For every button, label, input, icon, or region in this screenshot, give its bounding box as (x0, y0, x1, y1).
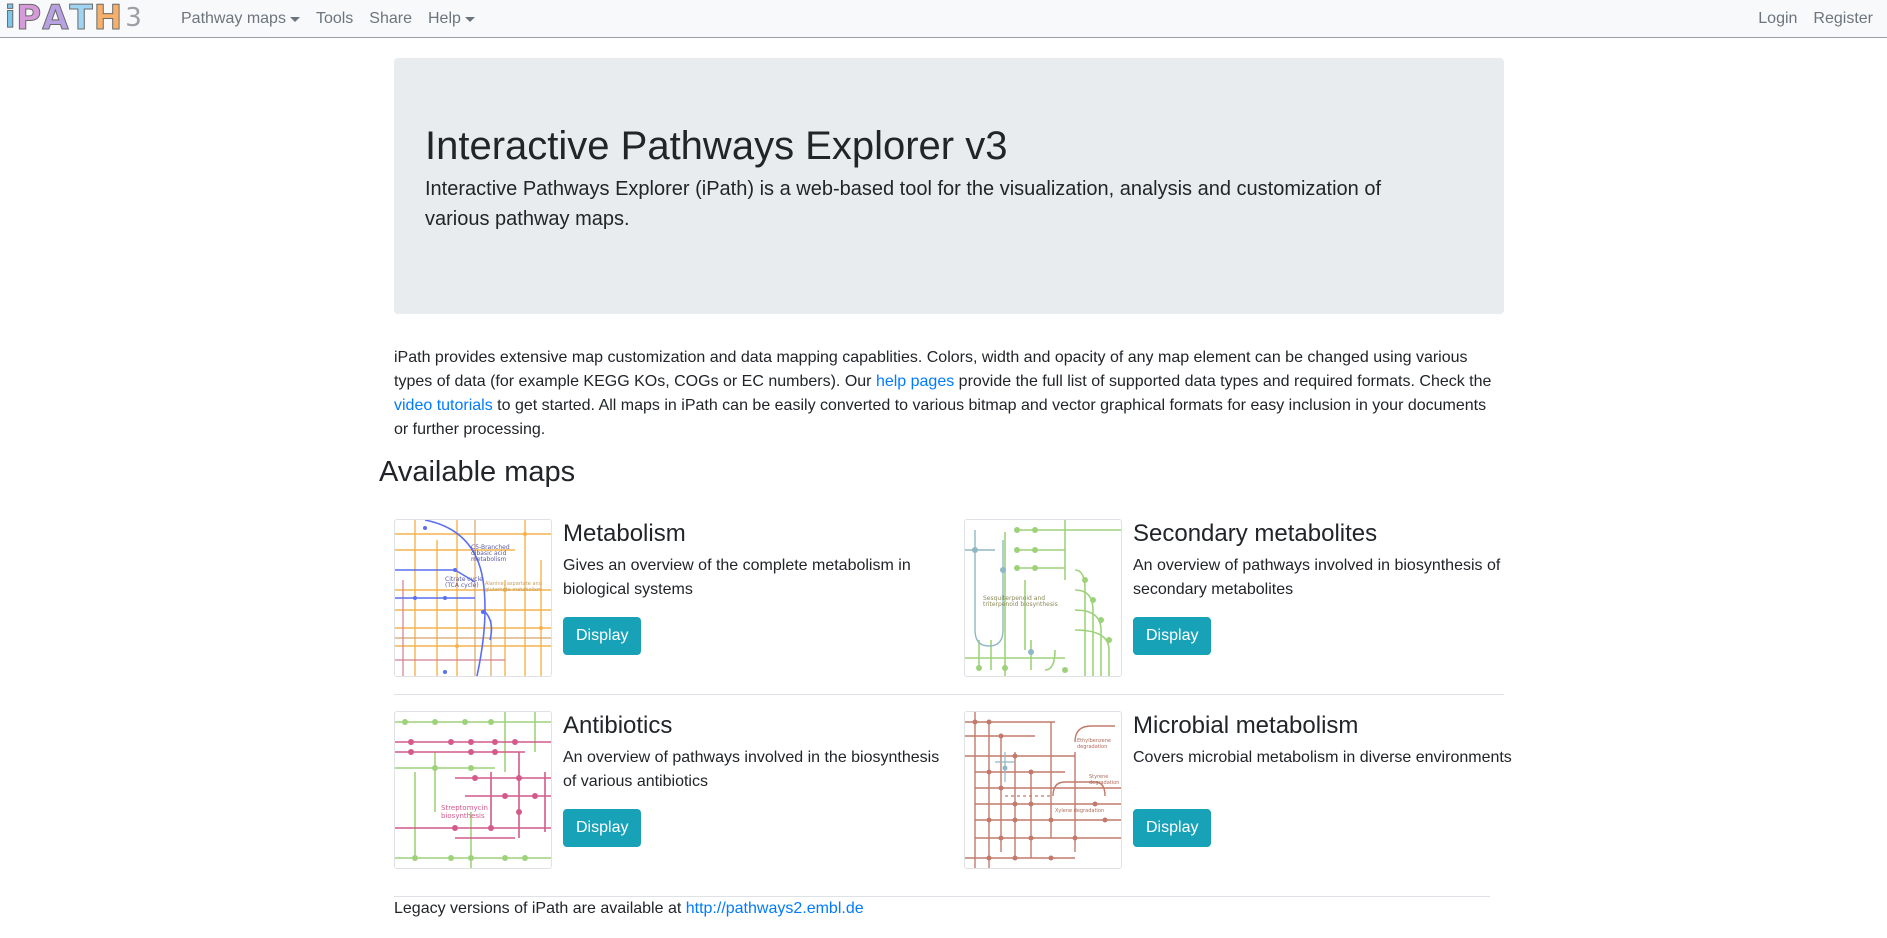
logo-letter-a: A (42, 0, 69, 38)
antibiotics-display-button[interactable]: Display (563, 809, 642, 847)
chevron-down-icon (464, 16, 475, 22)
secondary-metabolites-title: Secondary metabolites (1133, 520, 1378, 547)
intro-paragraph: iPath provides extensive map customizati… (394, 346, 1504, 442)
nav-pathway-maps[interactable]: Pathway maps (173, 10, 308, 28)
ipath-logo[interactable]: i P A T H 3 (4, 0, 142, 38)
thumb-label: biosynthesis (441, 812, 485, 820)
nav-right: Login Register (1750, 0, 1881, 38)
antibiotics-description: An overview of pathways involved in the … (563, 749, 940, 790)
nav-left: Pathway maps Tools Share Help (173, 0, 483, 38)
thumb-label: Streptomycin (441, 804, 488, 812)
metabolism-title: Metabolism (563, 520, 686, 547)
hero-jumbotron: Interactive Pathways Explorer v3 Interac… (394, 58, 1504, 314)
available-maps-heading: Available maps (379, 456, 576, 488)
intro-text-3: to get started. All maps in iPath can be… (394, 397, 1487, 438)
navbar: i P A T H 3 Pathway maps Tools Share Hel… (0, 0, 1887, 38)
logo-version: 3 (125, 3, 142, 33)
nav-pathway-maps-label: Pathway maps (181, 10, 286, 27)
logo-letter-t: T (69, 0, 93, 38)
video-tutorials-link[interactable]: video tutorials (394, 397, 493, 414)
chevron-down-icon (289, 16, 300, 22)
card-divider (394, 694, 1504, 695)
thumb-label: triterpenoid biosynthesis (983, 601, 1058, 608)
hero-title: Interactive Pathways Explorer v3 (425, 124, 1008, 168)
nav-share-label: Share (369, 10, 412, 27)
thumb-label: Xylene degradation (1055, 808, 1104, 814)
thumb-label: degradation (1089, 780, 1119, 786)
logo-letter-i: i (4, 0, 15, 35)
map-card-metabolism: C5-Branched dibasic acid metabolism Citr… (394, 519, 954, 679)
nav-help[interactable]: Help (420, 10, 483, 28)
hero-subtitle: Interactive Pathways Explorer (iPath) is… (425, 178, 1382, 230)
register-link[interactable]: Register (1805, 10, 1881, 28)
thumb-label: (TCA cycle) (445, 582, 479, 589)
footer-text: Legacy versions of iPath are available a… (394, 900, 686, 917)
microbial-metabolism-description: Covers microbial metabolism in diverse e… (1133, 749, 1512, 766)
thumb-label: metabolism (471, 556, 507, 563)
antibiotics-map-thumbnail[interactable]: Streptomycin biosynthesis (394, 711, 552, 869)
nav-tools-label: Tools (315, 10, 354, 27)
nav-help-label: Help (428, 10, 461, 27)
login-link[interactable]: Login (1750, 10, 1805, 28)
metabolism-map-thumbnail[interactable]: C5-Branched dibasic acid metabolism Citr… (394, 519, 552, 677)
metabolism-description: Gives an overview of the complete metabo… (563, 557, 911, 598)
map-card-antibiotics: Streptomycin biosynthesis Antibiotics An… (394, 711, 954, 871)
nav-share[interactable]: Share (361, 10, 420, 28)
microbial-metabolism-map-thumbnail[interactable]: Ethylbenzene degradation Xylene degradat… (964, 711, 1122, 869)
map-card-microbial-metabolism: Ethylbenzene degradation Xylene degradat… (964, 711, 1524, 871)
secondary-metabolites-display-button[interactable]: Display (1133, 617, 1212, 655)
antibiotics-title: Antibiotics (563, 712, 673, 739)
map-card-secondary-metabolites: Sesquiterpenoid and triterpenoid biosynt… (964, 519, 1524, 679)
intro-text-2: provide the full list of supported data … (954, 373, 1492, 390)
secondary-metabolites-description: An overview of pathways involved in bios… (1133, 557, 1501, 598)
help-pages-link[interactable]: help pages (876, 373, 954, 390)
thumb-label: degradation (1077, 744, 1107, 750)
legacy-link[interactable]: http://pathways2.embl.de (686, 900, 864, 917)
metabolism-display-button[interactable]: Display (563, 617, 642, 655)
secondary-metabolites-map-thumbnail[interactable]: Sesquiterpenoid and triterpenoid biosynt… (964, 519, 1122, 677)
logo-letter-p: P (16, 0, 42, 38)
legacy-footer: Legacy versions of iPath are available a… (394, 897, 864, 921)
microbial-metabolism-title: Microbial metabolism (1133, 712, 1359, 739)
nav-tools[interactable]: Tools (308, 10, 361, 28)
logo-letter-h: H (93, 0, 123, 38)
microbial-metabolism-display-button[interactable]: Display (1133, 809, 1212, 847)
thumb-label: glutamate metabolism (485, 587, 542, 593)
